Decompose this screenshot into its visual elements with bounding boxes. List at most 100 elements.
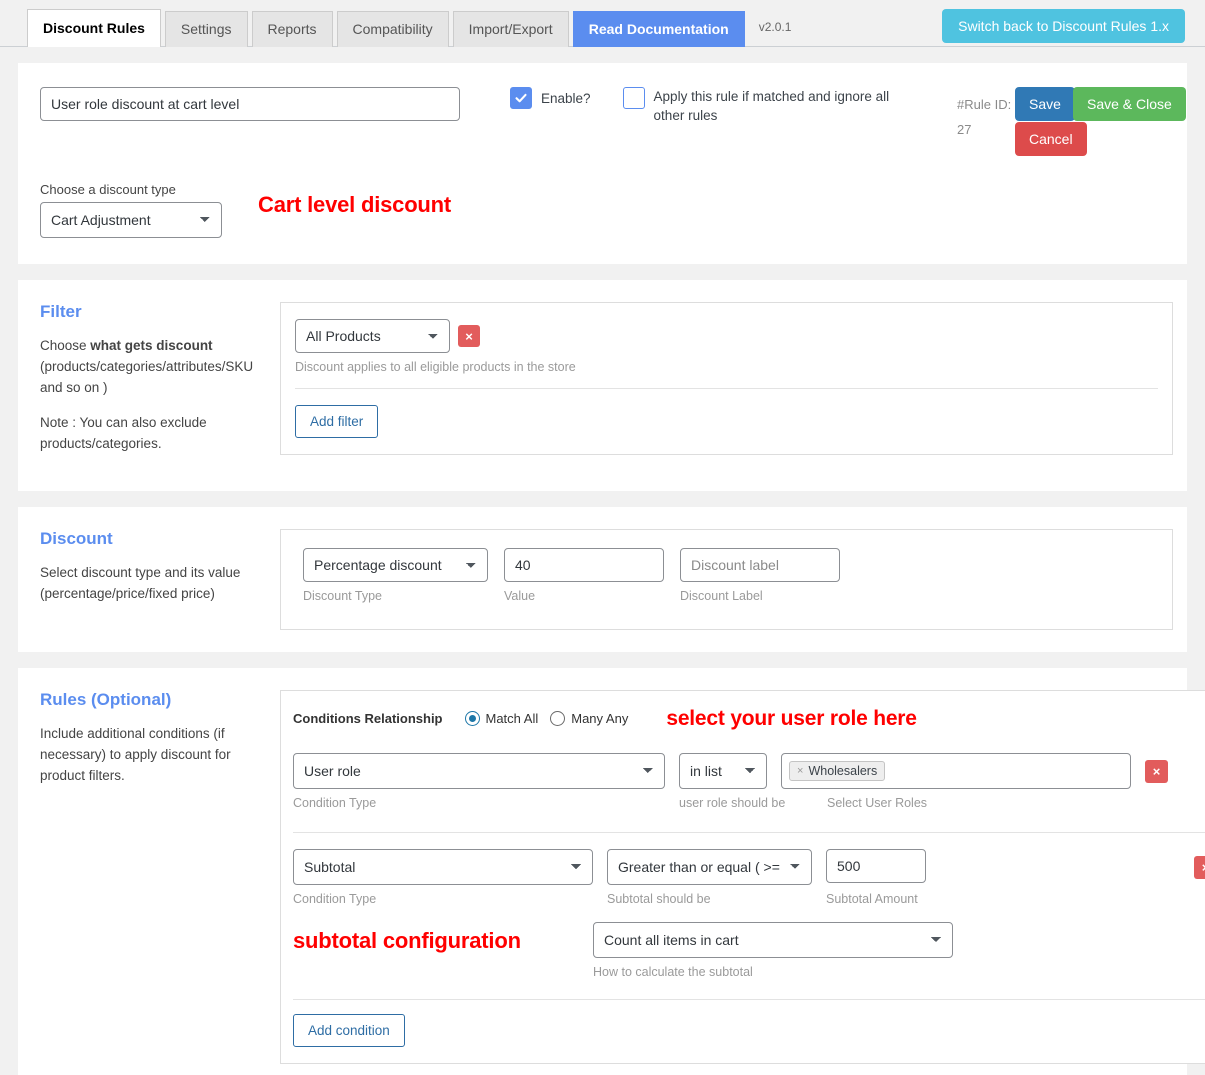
condition-type-helper-1: Condition Type [293,796,665,810]
tab-settings[interactable]: Settings [165,11,248,47]
annotation-select-user-role: select your user role here [666,707,916,731]
annotation-subtotal-configuration: subtotal configuration [293,922,593,954]
enable-label: Enable? [541,91,591,106]
subtotal-calc-helper: How to calculate the subtotal [593,965,953,979]
conditions-divider-2 [293,999,1205,1000]
save-button[interactable]: Save [1015,87,1075,121]
rule-header-row: Enable? Apply this rule if matched and i… [40,87,1165,142]
rule-id-block: #Rule ID: 27 [957,87,1015,142]
rules-panel-wrap: Conditions Relationship Match All Many A… [280,690,1205,1064]
enable-checkbox-group: Enable? [510,87,591,109]
condition-delete-button-1[interactable]: × [1145,760,1168,783]
discount-value-helper: Value [504,589,664,603]
condition-operator-helper-1: user role should be [679,796,767,810]
rules-description: Rules (Optional) Include additional cond… [40,690,280,1064]
radio-many-any[interactable] [550,711,565,726]
filter-panel: All Products × Discount applies to all e… [280,302,1173,455]
rule-id-label: #Rule ID: [957,93,1015,118]
radio-match-all[interactable] [465,711,480,726]
filter-delete-button[interactable]: × [458,325,480,347]
tab-reports[interactable]: Reports [252,11,333,47]
filter-desc: Choose what gets discount (products/cate… [40,336,266,399]
version-label: v2.0.1 [759,10,792,44]
filter-description: Filter Choose what gets discount (produc… [40,302,280,469]
close-icon: × [1153,765,1161,778]
condition-operator-select-1[interactable]: in list [679,753,767,789]
enable-checkbox[interactable] [510,87,532,109]
switch-back-button[interactable]: Switch back to Discount Rules 1.x [942,9,1185,43]
rules-desc: Include additional conditions (if necess… [40,724,266,787]
discount-value-input[interactable] [504,548,664,582]
subtotal-calc-row: subtotal configuration Count all items i… [293,922,1205,979]
filter-row: All Products × [295,319,1158,353]
exclusive-checkbox[interactable] [623,87,645,109]
tab-discount-rules[interactable]: Discount Rules [27,9,161,47]
cancel-button[interactable]: Cancel [1015,122,1087,156]
tag-remove-icon[interactable]: × [797,765,803,777]
discount-label-input[interactable] [680,548,840,582]
condition-row-user-role: User role in list × Wholesalers × [293,753,1205,789]
user-roles-helper: Select User Roles [827,796,927,810]
close-icon: × [465,330,473,343]
filter-desc-bold: what gets discount [90,338,212,353]
filter-desc-prefix: Choose [40,338,90,353]
discount-type-label: Choose a discount type [40,182,222,197]
condition-operator-select-2[interactable]: Greater than or equal ( >= ) [607,849,812,885]
condition-delete-button-2[interactable]: × [1194,856,1205,879]
tab-compatibility[interactable]: Compatibility [337,11,449,47]
tab-import-export[interactable]: Import/Export [453,11,569,47]
discount-type-select-2[interactable]: Percentage discount [303,548,488,582]
page-content: Enable? Apply this rule if matched and i… [0,63,1205,1075]
condition-helpers-row-2: Condition Type Subtotal should be Subtot… [293,885,1205,906]
condition-row-subtotal: Subtotal Greater than or equal ( >= ) × [293,849,1205,885]
add-filter-button[interactable]: Add filter [295,405,378,438]
filter-desc-suffix: (products/categories/attributes/SKU and … [40,359,253,395]
condition-operator-helper-2: Subtotal should be [607,892,812,906]
subtotal-calc-field: Count all items in cart How to calculate… [593,922,953,979]
save-and-close-button[interactable]: Save & Close [1073,87,1186,121]
add-condition-button[interactable]: Add condition [293,1014,405,1047]
discount-desc: Select discount type and its value (perc… [40,563,266,605]
rule-name-input[interactable] [40,87,460,121]
annotation-cart-level-discount: Cart level discount [258,192,451,218]
exclusive-checkbox-group: Apply this rule if matched and ignore al… [623,87,903,126]
conditions-relationship-row: Conditions Relationship Match All Many A… [293,707,1205,731]
check-icon [514,91,528,105]
discount-row: Percentage discount Discount Type Value … [303,548,1158,603]
tag-wholesalers[interactable]: × Wholesalers [789,761,885,781]
rule-header-card: Enable? Apply this rule if matched and i… [18,63,1187,264]
condition-helpers-row-1: Condition Type user role should be Selec… [293,789,1205,810]
subtotal-amount-helper: Subtotal Amount [826,892,918,906]
tab-read-documentation[interactable]: Read Documentation [573,11,745,47]
rule-id-value: 27 [957,118,1015,143]
exclusive-label: Apply this rule if matched and ignore al… [654,88,903,126]
discount-label-field: Discount Label [680,548,840,603]
discount-card: Discount Select discount type and its va… [18,507,1187,652]
discount-panel-wrap: Percentage discount Discount Type Value … [280,529,1173,630]
condition-type-select-1[interactable]: User role [293,753,665,789]
conditions-relationship-label: Conditions Relationship [293,711,443,726]
radio-many-any-label: Many Any [571,711,628,726]
conditions-divider-1 [293,832,1205,833]
tag-label: Wholesalers [808,764,877,778]
filter-divider [295,388,1158,389]
action-buttons-area: #Rule ID: 27 Save Save & Close Cancel [957,87,1165,142]
discount-label-helper: Discount Label [680,589,840,603]
filter-helper: Discount applies to all eligible product… [295,360,1158,374]
rules-panel: Conditions Relationship Match All Many A… [280,690,1205,1064]
filter-panel-wrap: All Products × Discount applies to all e… [280,302,1173,469]
discount-type-row: Choose a discount type Cart Adjustment C… [40,182,1165,238]
discount-type-field-2: Percentage discount Discount Type [303,548,488,603]
discount-type-helper: Discount Type [303,589,488,603]
condition-type-select-2[interactable]: Subtotal [293,849,593,885]
discount-type-select[interactable]: Cart Adjustment [40,202,222,238]
discount-value-field: Value [504,548,664,603]
filter-select[interactable]: All Products [295,319,450,353]
subtotal-amount-input[interactable] [826,849,926,883]
discount-description: Discount Select discount type and its va… [40,529,280,630]
discount-title: Discount [40,529,266,549]
rules-card: Rules (Optional) Include additional cond… [18,668,1187,1075]
user-roles-tag-input[interactable]: × Wholesalers [781,753,1131,789]
condition-type-helper-2: Condition Type [293,892,593,906]
subtotal-calc-select[interactable]: Count all items in cart [593,922,953,958]
